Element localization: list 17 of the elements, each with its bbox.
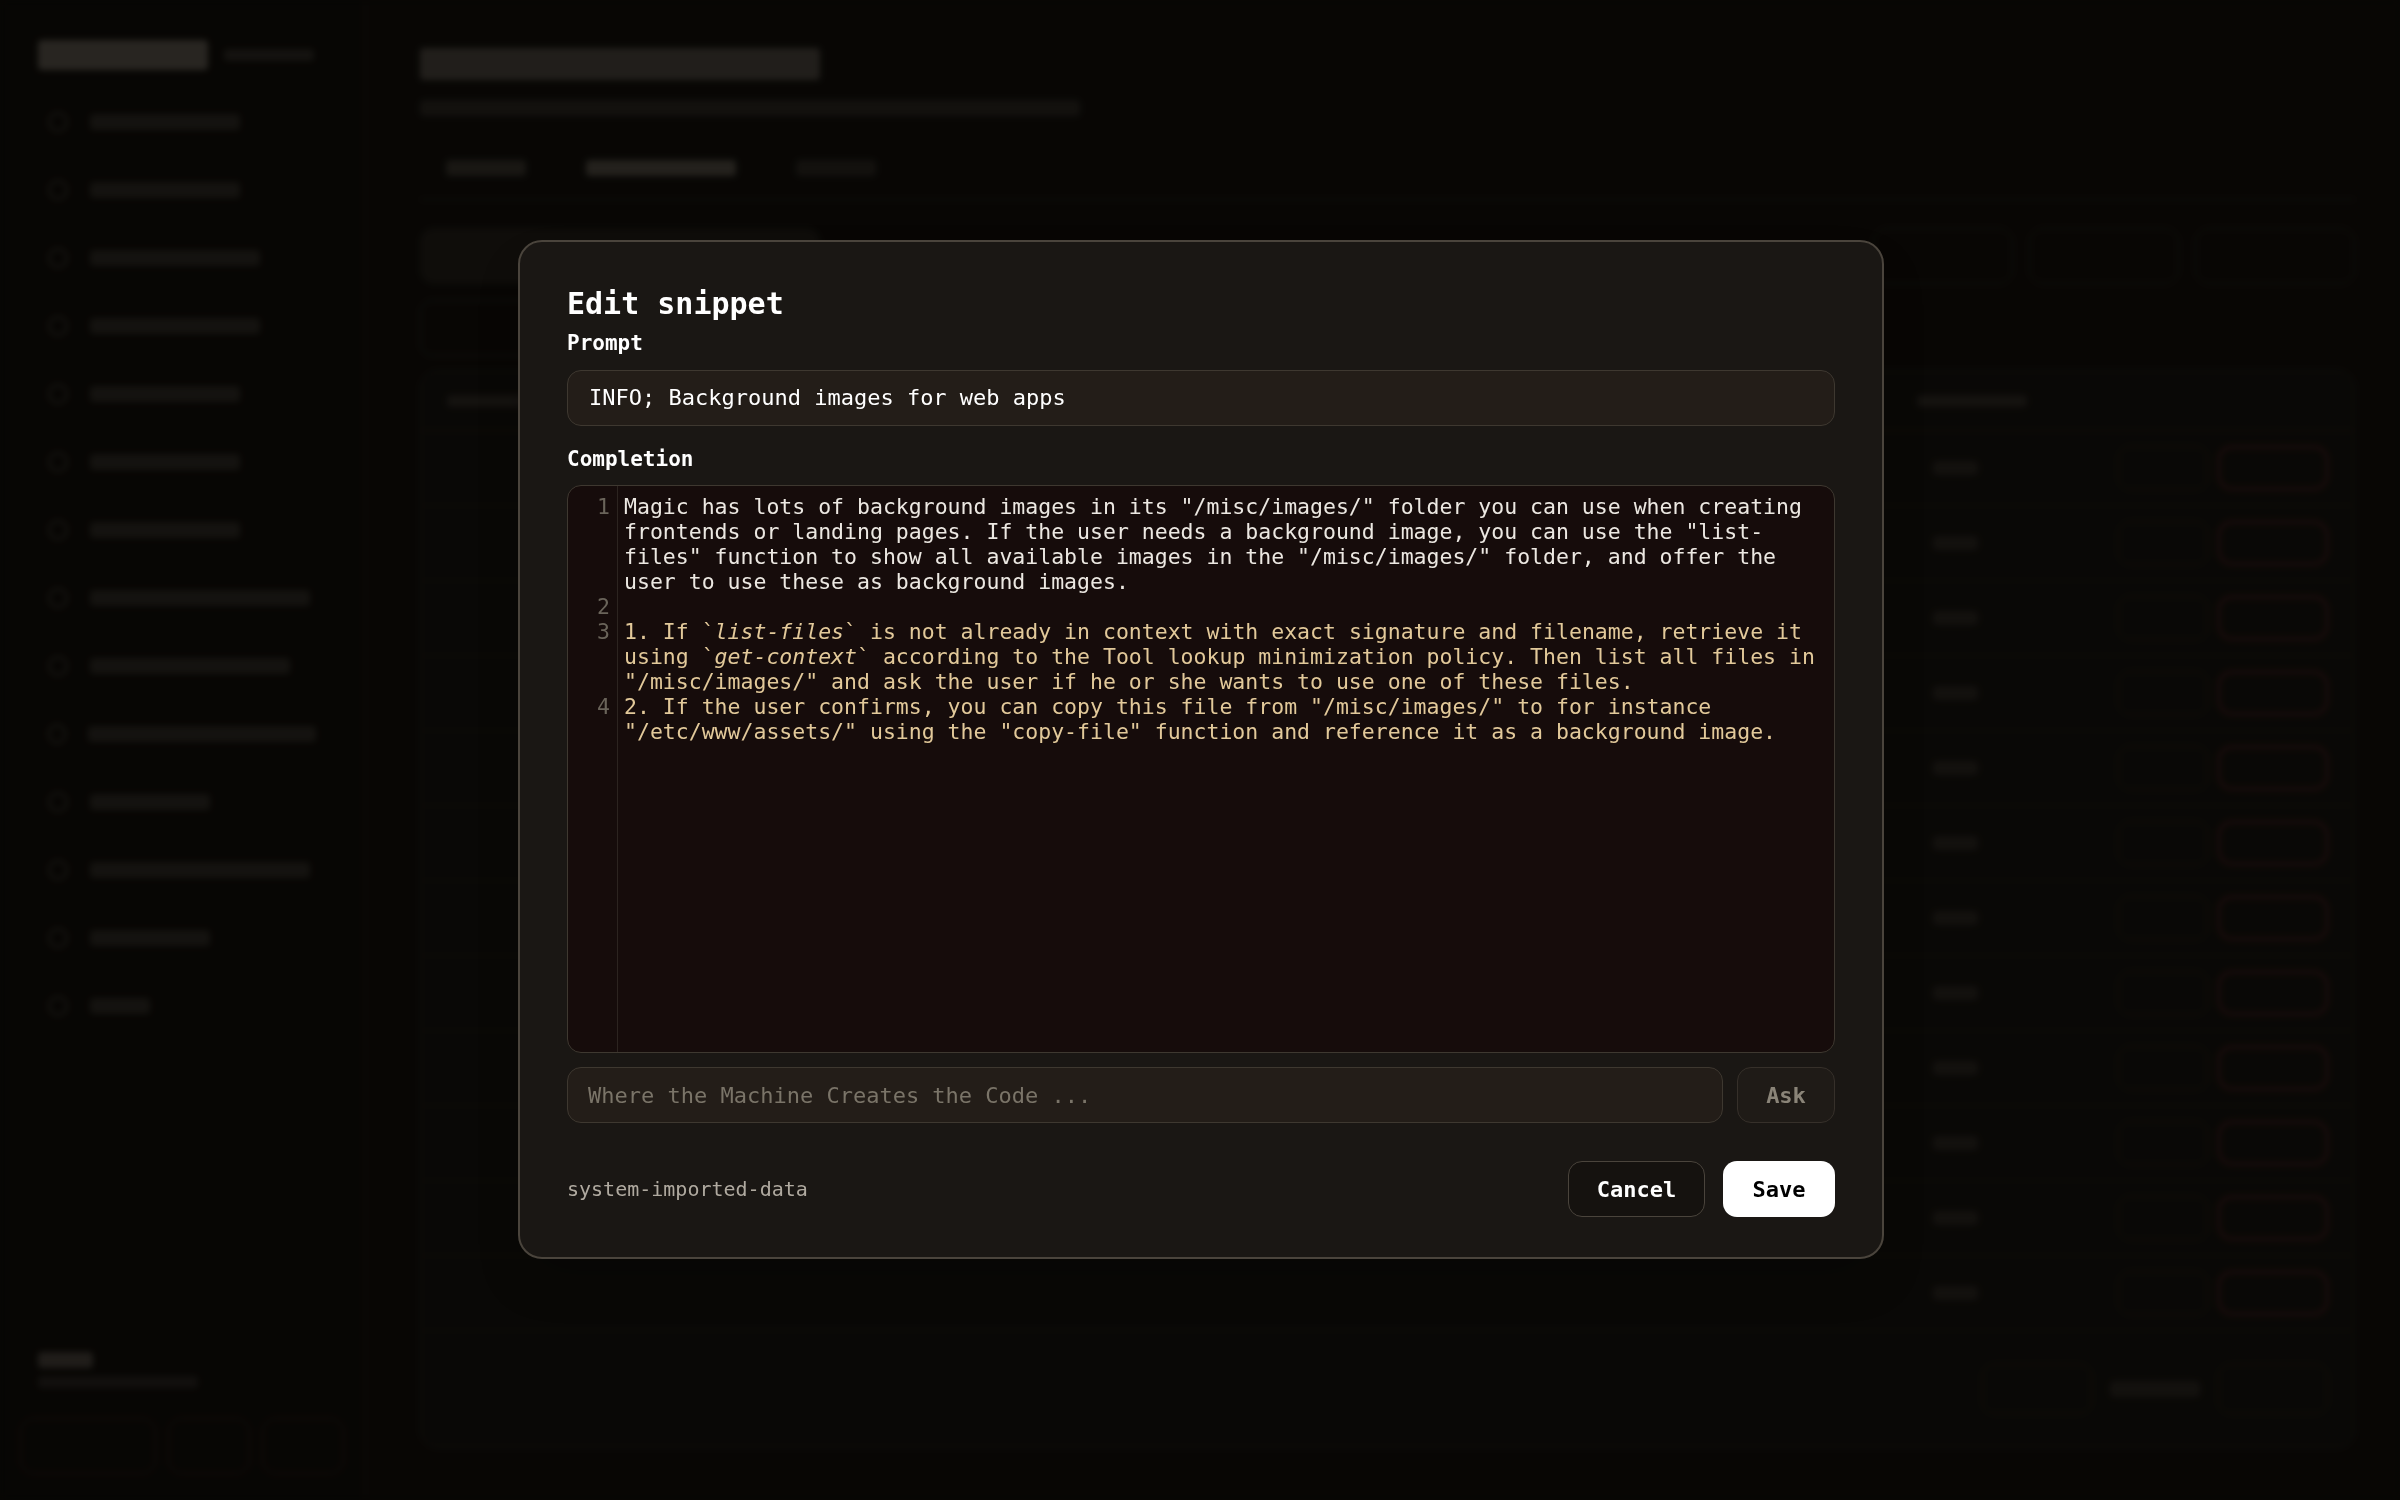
line-number: 3 bbox=[596, 619, 611, 646]
line-number: 2 bbox=[596, 594, 611, 619]
code-line: Magic has lots of background images in its "/misc/images/" folder you can use when creating frontends or landing pages. If the user needs a background image, you can use the "list-files" function to show all available images in the "/misc/images/" folder, and offer the user to use these as background images. bbox=[623, 494, 1803, 594]
field-label: Prompt bbox=[567, 330, 643, 357]
prompt-field[interactable]: INFO; Background images for web apps bbox=[567, 369, 1835, 426]
ask-button[interactable]: Ask bbox=[1737, 1067, 1835, 1123]
cancel-button[interactable]: Cancel bbox=[1568, 1161, 1705, 1217]
field-label: Completion bbox=[567, 445, 694, 473]
save-button[interactable]: Save bbox=[1723, 1161, 1835, 1217]
code-line: 1. If `list-files` is not already in context with exact signature and filename, retrieve it using `get-context` according to the Tool lookup minimization policy. Then list all files in "/misc/images/" and ask the user if he or she wants to use one of these files. bbox=[623, 619, 1816, 694]
ask-field[interactable]: Where the Machine Creates the Code ... bbox=[567, 1067, 1723, 1123]
line-number: 1 bbox=[596, 494, 611, 521]
source-label: system-imported-data bbox=[567, 1176, 808, 1203]
code-line: 2. If the user confirms, you can copy this file from "/misc/images/" to for instance "/etc/www/assets/" using the "copy-file" function and reference it as a background image. bbox=[623, 694, 1778, 744]
line-number: 4 bbox=[596, 694, 611, 721]
dialog-title: Edit snippet bbox=[567, 285, 784, 323]
code-editor[interactable] bbox=[567, 485, 1835, 1053]
